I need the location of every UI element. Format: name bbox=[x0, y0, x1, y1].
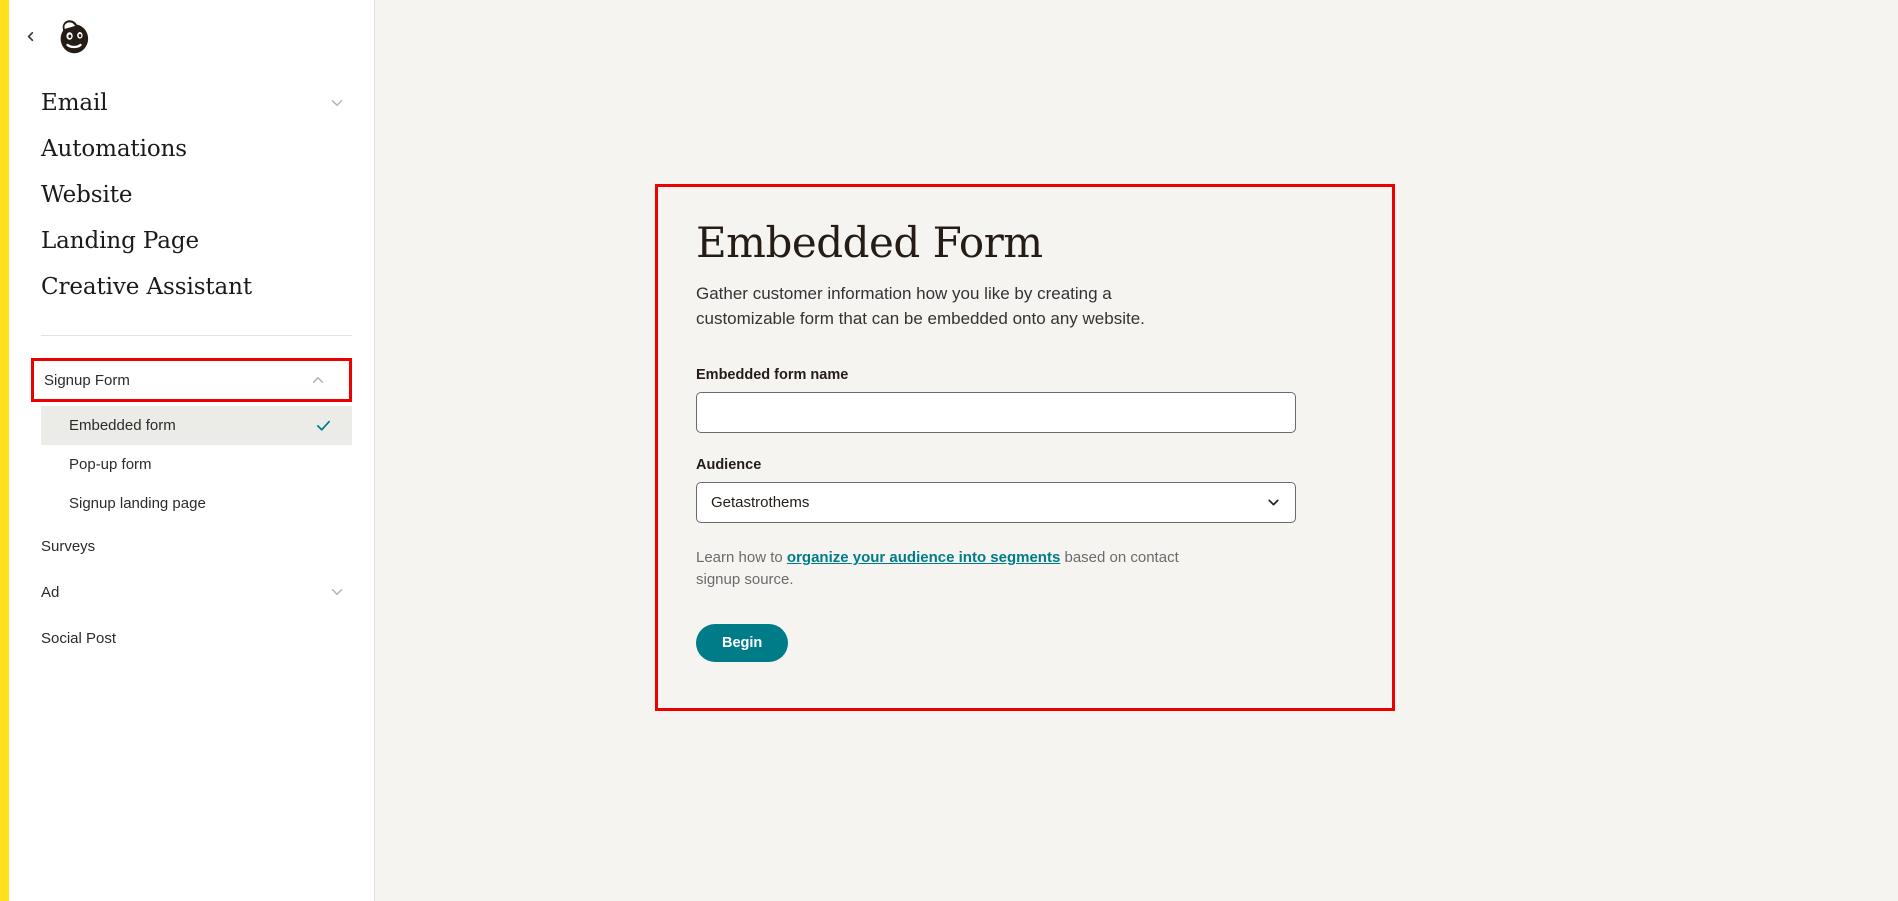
audience-select[interactable]: Getastrothems bbox=[696, 482, 1296, 524]
sidebar-item-landing-page[interactable]: Landing Page bbox=[9, 218, 374, 264]
help-prefix: Learn how to bbox=[696, 549, 787, 567]
primary-nav: Email Automations Website Landing Page C… bbox=[9, 72, 374, 310]
audience-select-wrapper: Getastrothems bbox=[696, 482, 1296, 524]
chevron-up-icon[interactable] bbox=[309, 371, 327, 389]
sidebar-item-label: Creative Assistant bbox=[41, 274, 253, 300]
sidebar-item-label: Website bbox=[41, 182, 133, 208]
sidebar-item-email[interactable]: Email bbox=[9, 80, 374, 126]
brand-accent-bar bbox=[0, 0, 9, 901]
sidebar-item-signup-landing-page[interactable]: Signup landing page bbox=[41, 484, 352, 523]
begin-button[interactable]: Begin bbox=[696, 624, 789, 662]
sidebar-item-website[interactable]: Website bbox=[9, 172, 374, 218]
sidebar-item-creative-assistant[interactable]: Creative Assistant bbox=[9, 264, 374, 310]
app-root: Email Automations Website Landing Page C… bbox=[0, 0, 1898, 901]
chevron-down-icon[interactable] bbox=[328, 94, 346, 112]
main-content: Embedded Form Gather customer informatio… bbox=[375, 0, 1898, 901]
sidebar-item-social-post[interactable]: Social Post bbox=[9, 615, 374, 661]
sidebar-item-label: Email bbox=[41, 90, 108, 116]
page-description: Gather customer information how you like… bbox=[696, 284, 1145, 329]
sidebar-item-label: Landing Page bbox=[41, 228, 200, 254]
signup-form-annotation-box: Signup Form bbox=[31, 358, 352, 402]
sidebar-item-label: Automations bbox=[41, 136, 187, 162]
mailchimp-logo-icon[interactable] bbox=[51, 14, 95, 58]
audience-label: Audience bbox=[696, 457, 762, 474]
sidebar-item-label: Ad bbox=[41, 583, 60, 601]
page-title: Embedded Form bbox=[696, 218, 1043, 267]
chevron-down-icon[interactable] bbox=[328, 583, 346, 601]
sidebar-item-label: Surveys bbox=[41, 537, 96, 555]
signup-form-subnav: Embedded form Pop-up form Signup landing… bbox=[9, 406, 374, 523]
organize-segments-link[interactable]: organize your audience into segments bbox=[787, 549, 1060, 566]
form-name-field-group: Embedded form name bbox=[696, 367, 1354, 434]
sidebar-item-automations[interactable]: Automations bbox=[9, 126, 374, 172]
audience-field-group: Audience Getastrothems bbox=[696, 457, 1354, 524]
sidebar-item-ad[interactable]: Ad bbox=[9, 569, 374, 615]
sidebar-item-label: Social Post bbox=[41, 629, 117, 647]
sidebar-section-signup-form[interactable]: Signup Form bbox=[34, 361, 349, 399]
sidebar-subitem-label: Signup landing page bbox=[69, 495, 206, 512]
sidebar: Email Automations Website Landing Page C… bbox=[0, 0, 375, 901]
form-name-label: Embedded form name bbox=[696, 367, 849, 384]
sidebar-header bbox=[9, 0, 374, 72]
back-chevron-icon[interactable] bbox=[19, 25, 41, 47]
sidebar-item-popup-form[interactable]: Pop-up form bbox=[41, 445, 352, 484]
check-icon bbox=[315, 417, 332, 434]
secondary-nav: Surveys Ad Social Post bbox=[9, 523, 374, 661]
embedded-form-card: Embedded Form Gather customer informatio… bbox=[655, 184, 1395, 711]
sidebar-subitem-label: Embedded form bbox=[69, 417, 176, 434]
embedded-form-name-input[interactable] bbox=[696, 392, 1296, 434]
audience-selected-value: Getastrothems bbox=[711, 494, 810, 512]
sidebar-subitem-label: Pop-up form bbox=[69, 456, 152, 473]
sidebar-item-embedded-form[interactable]: Embedded form bbox=[41, 406, 352, 445]
sidebar-section-label: Signup Form bbox=[44, 371, 130, 389]
sidebar-item-surveys[interactable]: Surveys bbox=[9, 523, 374, 569]
audience-help-text: Learn how to organize your audience into… bbox=[696, 547, 1211, 590]
sidebar-divider bbox=[41, 335, 352, 336]
